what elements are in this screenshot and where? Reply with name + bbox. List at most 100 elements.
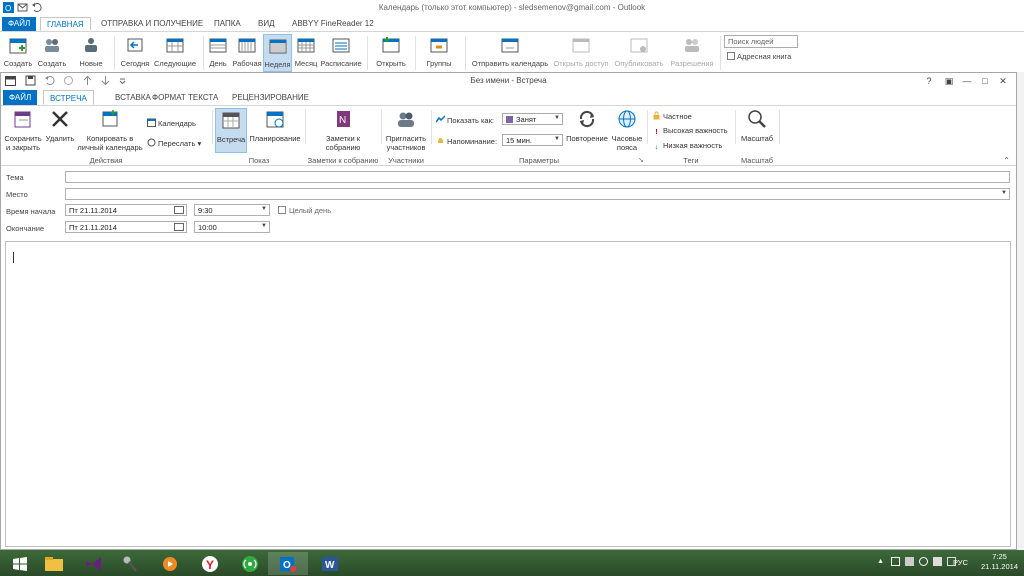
location-input[interactable]: ▼ [65,188,1010,200]
permissions-button[interactable]: Разрешения [667,34,717,72]
yandex-browser-icon: Y [202,555,218,572]
share-calendar-button[interactable]: Открыть доступ [551,34,611,72]
tab-folder[interactable]: ПАПКА [208,17,247,31]
reminder-dropdown[interactable]: 15 мин. ▼ [502,134,563,146]
month-view-button[interactable]: Месяц [293,34,319,72]
schedule-view-button[interactable]: Расписание [320,34,362,72]
low-importance-button[interactable]: ↓ Низкая важность [652,141,723,151]
save-close-button[interactable]: Сохранить и закрыть [3,108,43,152]
scheduling-icon [266,111,284,128]
scheduling-button[interactable]: Планирование [248,108,302,143]
tray-expand-icon[interactable]: ▲ [877,558,884,565]
taskbar-media-player[interactable] [150,552,190,575]
tray-flag-icon[interactable] [905,557,914,566]
ribbon-display-button[interactable]: ▣ [942,75,956,87]
taskbar-clock[interactable]: 7:25 21.11.2014 [981,552,1018,572]
private-button[interactable]: Частное [652,111,692,121]
group-notes-label: Заметки к собранию [307,156,379,165]
end-time-dropdown[interactable]: 10:00 ▼ [194,221,270,233]
people-search-input[interactable]: Поиск людей [724,35,798,48]
tab-file[interactable]: ФАЙЛ [2,17,37,31]
create-appointment-button[interactable]: Создать [2,34,34,72]
all-day-checkbox[interactable] [278,206,286,214]
taskbar-microphone[interactable] [110,552,150,575]
time-zones-button[interactable]: Часовые пояса [610,108,644,152]
taskbar-word[interactable]: W [310,552,350,575]
collapse-ribbon-icon[interactable]: ⌃ [1003,156,1010,165]
calendar-picker-icon[interactable] [174,206,184,214]
calendar-groups-icon [430,38,448,53]
help-button[interactable]: ? [922,75,936,87]
folder-icon [45,556,63,571]
right-edge-strip [1017,72,1024,550]
calendar-groups-button[interactable]: Группы [422,34,456,72]
day-view-button[interactable]: День [205,34,231,72]
taskbar-outlook[interactable]: O [268,552,308,575]
tray-app-icon[interactable] [891,557,900,566]
taskbar-visual-studio[interactable] [74,552,114,575]
minimize-button[interactable]: — [960,75,974,87]
show-as-dropdown[interactable]: Занят ▼ [502,113,563,125]
create-meeting-button[interactable]: Создать [36,34,68,72]
dialog-launcher-icon[interactable]: ↘ [638,156,644,164]
meeting-ribbon: Сохранить и закрыть Удалить Копировать в… [1,105,1016,166]
day-view-icon [209,38,227,53]
send-calendar-button[interactable]: Отправить календарь [470,34,550,72]
tray-battery-icon[interactable] [933,557,942,566]
open-calendar-button[interactable]: Открыть [373,34,409,72]
close-button[interactable]: ✕ [996,75,1010,87]
chevron-down-icon: ▼ [1001,190,1007,196]
separator [735,110,736,144]
invite-attendees-button[interactable]: Пригласить участников [383,108,429,152]
chevron-down-icon: ▼ [554,136,560,142]
new-items-button[interactable]: Новые [75,34,107,72]
taskbar-yandex-browser[interactable]: Y [190,552,230,575]
recurrence-button[interactable]: Повторение [565,108,609,143]
calendar-button[interactable]: Календарь [147,118,196,128]
publish-button[interactable]: Опубликовать [612,34,666,72]
tab-review[interactable]: РЕЦЕНЗИРОВАНИЕ [226,90,315,105]
end-date-input[interactable]: Пт 21.11.2014 [65,221,187,233]
copy-to-calendar-button[interactable]: Копировать в личный календарь [75,108,145,152]
chevron-down-icon: ▼ [261,223,267,229]
tab-abbyy[interactable]: ABBYY FineReader 12 [286,17,380,31]
forward-button[interactable]: Переслать ▾ [147,138,201,148]
group-zoom-label: Масштаб [740,156,774,165]
people-icon [45,39,59,52]
today-button[interactable]: Сегодня [118,34,152,72]
zoom-button[interactable]: Масштаб [738,108,776,143]
tab-file[interactable]: ФАЙЛ [3,90,38,105]
tab-view[interactable]: ВИД [252,17,281,31]
tab-home[interactable]: ГЛАВНАЯ [40,17,91,31]
input-language-indicator[interactable]: РУС [953,558,968,567]
work-week-button[interactable]: Рабочая [231,34,263,72]
tray-network-icon[interactable] [919,557,928,566]
separator [203,36,204,70]
globe-icon [618,110,636,128]
taskbar-explorer[interactable] [34,552,74,575]
meeting-notes-button[interactable]: N Заметки к собранию [317,108,369,152]
tab-meeting[interactable]: ВСТРЕЧА [43,90,94,105]
meeting-body-editor[interactable] [5,241,1011,547]
taskbar-hotspot[interactable] [230,552,270,575]
start-time-dropdown[interactable]: 9:30 ▼ [194,204,270,216]
send-calendar-icon [501,38,519,53]
start-date-input[interactable]: Пт 21.11.2014 [65,204,187,216]
address-book-button[interactable]: Адресная книга [727,52,791,61]
maximize-button[interactable]: □ [978,75,992,87]
group-options-label: Параметры [519,156,559,165]
next-days-button[interactable]: Следующие [152,34,198,72]
delete-button[interactable]: Удалить [44,108,76,143]
week-view-button[interactable]: Неделя [263,34,292,72]
meeting-ribbon-tabs: ФАЙЛ ВСТРЕЧА ВСТАВКА ФОРМАТ ТЕКСТА РЕЦЕН… [1,90,1016,105]
tab-format-text[interactable]: ФОРМАТ ТЕКСТА [146,90,224,105]
tab-send-receive[interactable]: ОТПРАВКА И ПОЛУЧЕНИЕ [95,17,209,31]
calendar-picker-icon[interactable] [174,223,184,231]
outlook-main-window: O Календарь (только этот компьютер) - sl… [0,0,1024,72]
meeting-view-button[interactable]: Встреча [215,108,247,153]
reminder-label: Напоминание: [436,136,497,146]
separator [647,110,648,144]
high-importance-button[interactable]: ! Высокая важность [652,126,727,136]
magnifier-icon [748,110,766,128]
subject-input[interactable] [65,171,1010,183]
